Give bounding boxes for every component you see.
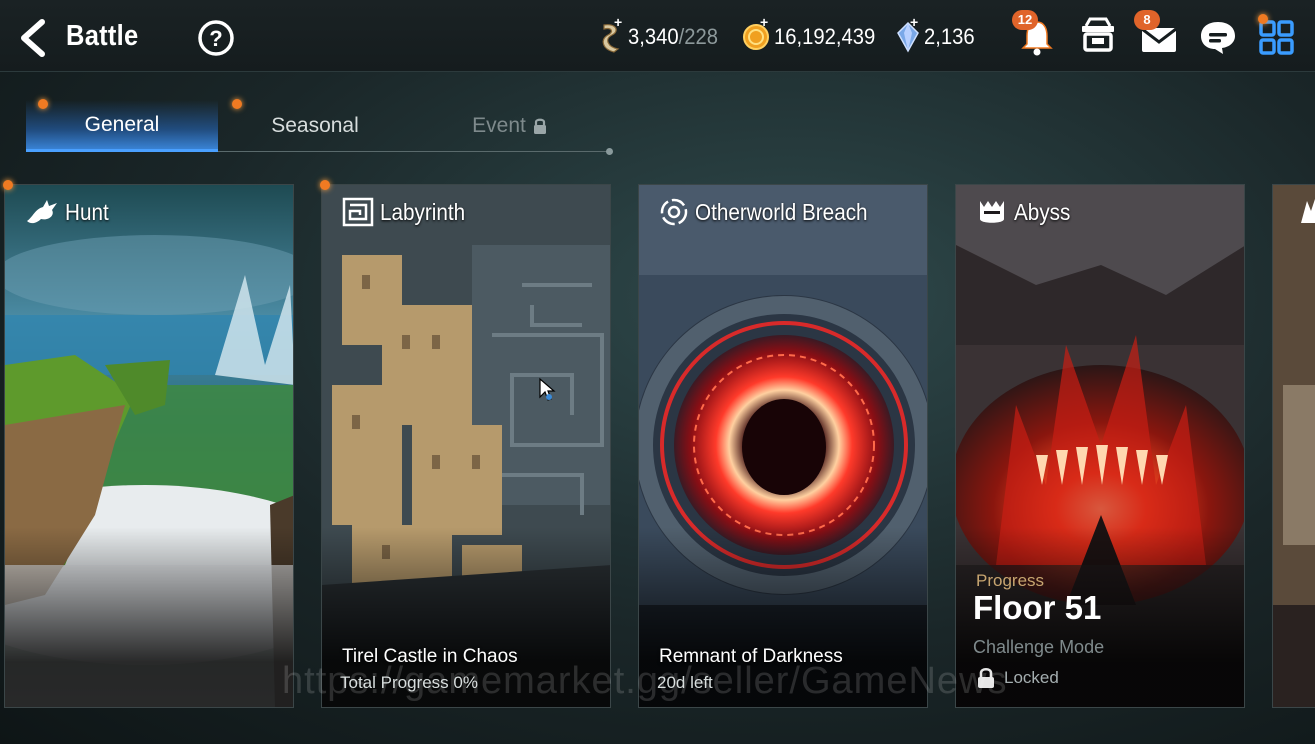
- abyss-locked-label: Locked: [1004, 668, 1059, 687]
- mail-button[interactable]: 8: [1134, 10, 1180, 58]
- chat-button[interactable]: [1197, 14, 1239, 58]
- crystal-value: 2,136: [924, 24, 975, 49]
- card-otherworld-breach-title: Otherworld Breach: [695, 198, 868, 225]
- shop-button[interactable]: [1077, 14, 1119, 58]
- card-otherworld-breach-header: Otherworld Breach: [659, 197, 887, 227]
- tab-general[interactable]: General: [26, 100, 218, 152]
- portal-icon: [660, 198, 688, 226]
- tab-general-label: General: [84, 112, 160, 136]
- abyss-floor: Floor 51: [973, 589, 1102, 626]
- card-abyss-header: Abyss: [976, 197, 1077, 227]
- maze-icon: [342, 197, 374, 227]
- menu-alert-dot: [1258, 14, 1268, 24]
- hunt-alert-dot: [3, 180, 13, 190]
- page-title: Battle: [66, 20, 139, 52]
- menu-button[interactable]: [1256, 14, 1298, 58]
- watermark: https://gamemarket.gg/seller/GameNews: [282, 660, 1008, 702]
- notification-badge: 12: [1012, 10, 1038, 30]
- card-abyss-title: Abyss: [1014, 198, 1071, 225]
- help-button[interactable]: ?: [197, 19, 235, 57]
- stamina-max: /228: [678, 24, 719, 49]
- card-labyrinth-title: Labyrinth: [380, 198, 466, 225]
- stamina-counter[interactable]: + 3,340/228: [598, 14, 726, 54]
- gold-value: 16,192,439: [774, 24, 876, 49]
- crystal-counter[interactable]: + 2,136: [896, 14, 979, 54]
- mail-badge: 8: [1134, 10, 1160, 30]
- stamina-value: 3,340: [628, 24, 679, 49]
- svg-text:?: ?: [209, 26, 222, 51]
- tab-seasonal-alert-dot: [232, 99, 242, 109]
- abyss-challenge-mode: Challenge Mode: [973, 637, 1105, 657]
- gold-counter[interactable]: + 16,192,439: [742, 14, 884, 54]
- card-otherworld-breach[interactable]: Otherworld Breach Remnant of Darkness 20…: [638, 184, 928, 708]
- card-next-partial[interactable]: [1272, 184, 1315, 708]
- card-abyss[interactable]: Abyss Progress Floor 51 Challenge Mode L…: [955, 184, 1245, 708]
- card-hunt-header: Hunt: [25, 197, 114, 227]
- labyrinth-alert-dot: [320, 180, 330, 190]
- mode-tabs: General Seasonal Event: [26, 100, 613, 155]
- tab-line-end: [606, 148, 613, 155]
- tab-general-alert-dot: [38, 99, 48, 109]
- shop-icon: [1082, 17, 1114, 52]
- tab-event-label: Event: [472, 114, 526, 137]
- card-hunt[interactable]: Hunt: [4, 184, 294, 708]
- abyss-progress-label: Progress: [976, 571, 1045, 590]
- next-card-artwork: [1273, 185, 1315, 707]
- tab-seasonal[interactable]: Seasonal: [218, 100, 412, 152]
- dragon-wing-icon: [1301, 199, 1315, 223]
- card-labyrinth-header: Labyrinth: [342, 197, 475, 227]
- chat-icon: [1201, 22, 1235, 54]
- chevron-left-icon: [21, 19, 45, 57]
- question-icon: ?: [198, 20, 234, 56]
- card-labyrinth[interactable]: Labyrinth Tirel Castle in Chaos Total Pr…: [321, 184, 611, 708]
- dragon-icon: [27, 200, 57, 224]
- abyss-icon: [980, 201, 1004, 223]
- top-bar: Battle ? + 3,340/228 + 16,192,439 + 2,13…: [0, 0, 1315, 72]
- notification-button[interactable]: 12: [1012, 10, 1058, 58]
- back-button[interactable]: [14, 18, 54, 58]
- card-hunt-title: Hunt: [65, 198, 109, 225]
- mouse-cursor-icon: [539, 377, 556, 401]
- lock-icon: [533, 118, 546, 134]
- tab-event[interactable]: Event: [412, 100, 608, 152]
- tab-seasonal-label: Seasonal: [271, 114, 359, 137]
- card-shade: [5, 527, 293, 707]
